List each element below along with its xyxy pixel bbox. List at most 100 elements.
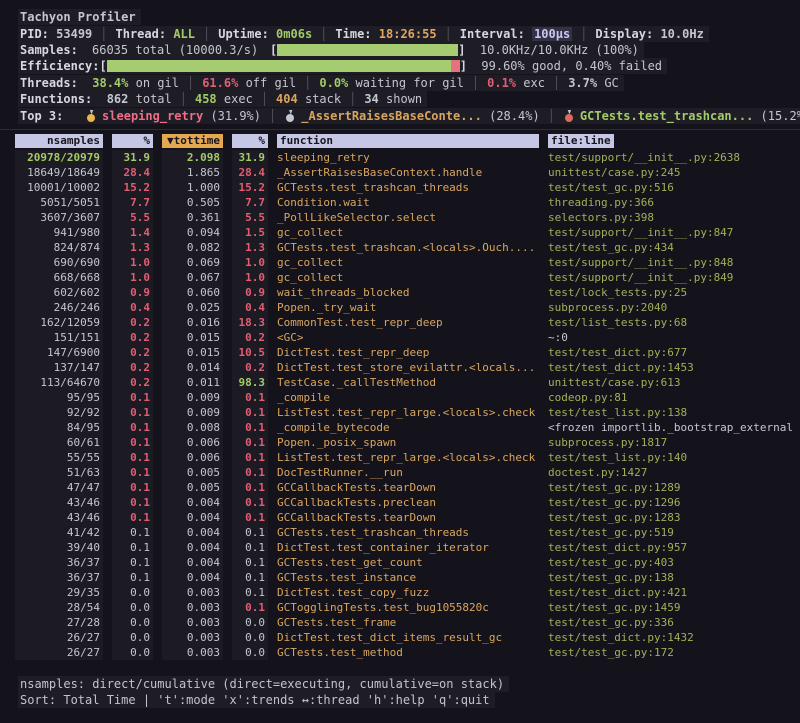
threads-label: Threads: bbox=[20, 76, 78, 90]
cell-pct-cumulative: 0.1 bbox=[232, 435, 268, 450]
cell-tottime: 0.006 bbox=[162, 435, 223, 450]
cell-function: gc_collect bbox=[277, 255, 539, 270]
cell-tottime: 2.098 bbox=[162, 150, 223, 165]
cell-pct-cumulative: 0.1 bbox=[232, 450, 268, 465]
threads-waiting-text: waiting for gil bbox=[356, 76, 464, 90]
functions-total-text: total bbox=[136, 92, 172, 106]
cell-pct-direct: 0.0 bbox=[112, 630, 153, 645]
cell-pct-direct: 7.7 bbox=[112, 195, 153, 210]
cell-tottime: 0.008 bbox=[162, 420, 223, 435]
cell-pct-direct: 0.0 bbox=[112, 585, 153, 600]
cell-nsamples: 690/690 bbox=[15, 255, 103, 270]
profiler-screen: Tachyon Profiler PID: 53499 │ Thread: AL… bbox=[0, 0, 800, 723]
cell-pct-cumulative: 0.1 bbox=[232, 390, 268, 405]
cell-file-line: test/test_dict.py:421 bbox=[548, 585, 800, 600]
cell-pct-cumulative: 5.5 bbox=[232, 210, 268, 225]
column-header-file-line[interactable]: file:line bbox=[548, 134, 800, 148]
thread-value[interactable]: ALL bbox=[173, 27, 195, 41]
cell-function: sleeping_retry bbox=[277, 150, 539, 165]
cell-nsamples: 151/151 bbox=[15, 330, 103, 345]
table-row: 43/460.10.0040.1GCCallbackTests.preclean… bbox=[0, 495, 800, 510]
column-header-tottime-sorted[interactable]: ▼tottime bbox=[162, 134, 223, 148]
efficiency-text: 99.60% good, 0.40% failed bbox=[481, 59, 662, 73]
divider: │ bbox=[341, 92, 364, 106]
cell-file-line: test/test_gc.py:519 bbox=[548, 525, 800, 540]
cell-nsamples: 27/28 bbox=[15, 615, 103, 630]
cell-function: GCTests.test_trashcan_threads bbox=[277, 180, 539, 195]
cell-tottime: 0.067 bbox=[162, 270, 223, 285]
cell-pct-cumulative: 0.1 bbox=[232, 420, 268, 435]
column-header-function[interactable]: function bbox=[277, 134, 539, 148]
column-header-pct-direct[interactable]: % bbox=[112, 134, 153, 148]
cell-file-line: unittest/case.py:613 bbox=[548, 375, 800, 390]
cell-function: GCCallbackTests.tearDown bbox=[277, 480, 539, 495]
cell-tottime: 0.025 bbox=[162, 300, 223, 315]
display-value: 10.0Hz bbox=[660, 27, 703, 41]
interval-value[interactable]: 100µs bbox=[532, 27, 572, 41]
divider: │ bbox=[253, 92, 276, 106]
cell-file-line: selectors.py:398 bbox=[548, 210, 800, 225]
cell-nsamples: 3607/3607 bbox=[15, 210, 103, 225]
table-row: 36/370.10.0040.1GCTests.test_instancetes… bbox=[0, 570, 800, 585]
top3-first-pct: (31.9%) bbox=[210, 109, 261, 123]
threads-row: Threads: 38.4% on gil │ 61.6% off gil │ … bbox=[18, 75, 800, 91]
cell-nsamples: 43/46 bbox=[15, 495, 103, 510]
uptime-value: 0m06s bbox=[276, 27, 312, 41]
cell-function: GCTests.test_frame bbox=[277, 615, 539, 630]
table-row: 151/1510.20.0150.2<GC>~:0 bbox=[0, 330, 800, 345]
cell-pct-direct: 0.1 bbox=[112, 465, 153, 480]
cell-tottime: 0.005 bbox=[162, 465, 223, 480]
cell-function: DictTest.test_copy_fuzz bbox=[277, 585, 539, 600]
threads-off-gil-value: 61.6% bbox=[202, 76, 238, 90]
samples-bar-close: ] bbox=[458, 43, 465, 57]
cell-pct-direct: 0.1 bbox=[112, 420, 153, 435]
threads-off-gil-text: off gil bbox=[246, 76, 297, 90]
cell-pct-direct: 28.4 bbox=[112, 165, 153, 180]
footer-command-bar[interactable]: Sort: Total Time | 't':mode 'x':trends ↔… bbox=[18, 692, 800, 709]
functions-stack-text: stack bbox=[305, 92, 341, 106]
cell-pct-cumulative: 0.1 bbox=[232, 570, 268, 585]
top3-second-pct: (28.4%) bbox=[489, 109, 540, 123]
divider: │ bbox=[545, 76, 568, 90]
threads-exc-value: 0.1% bbox=[487, 76, 516, 90]
cell-pct-cumulative: 0.0 bbox=[232, 630, 268, 645]
cell-pct-cumulative: 0.0 bbox=[232, 615, 268, 630]
cell-tottime: 0.015 bbox=[162, 345, 223, 360]
cell-file-line: test/support/__init__.py:849 bbox=[548, 270, 800, 285]
cell-pct-cumulative: 1.0 bbox=[232, 255, 268, 270]
column-header-nsamples[interactable]: nsamples bbox=[15, 134, 103, 148]
title-row: Tachyon Profiler bbox=[18, 9, 800, 25]
cell-pct-cumulative: 1.3 bbox=[232, 240, 268, 255]
cell-nsamples: 36/37 bbox=[15, 555, 103, 570]
column-header-pct-cumulative[interactable]: % bbox=[232, 134, 268, 148]
divider: │ bbox=[172, 92, 195, 106]
top3-label: Top 3: bbox=[20, 109, 63, 123]
cell-function: GCCallbackTests.preclean bbox=[277, 495, 539, 510]
cell-function: ListTest.test_repr_large.<locals>.check bbox=[277, 405, 539, 420]
table-row: 10001/1000215.21.00015.2GCTests.test_tra… bbox=[0, 180, 800, 195]
table-row: 29/350.00.0030.1DictTest.test_copy_fuzzt… bbox=[0, 585, 800, 600]
cell-pct-cumulative: 0.1 bbox=[232, 510, 268, 525]
top3-first-name: sleeping_retry bbox=[102, 109, 203, 123]
table-row: 43/460.10.0040.1GCCallbackTests.tearDown… bbox=[0, 510, 800, 525]
table-row: 26/270.00.0030.0DictTest.test_dict_items… bbox=[0, 630, 800, 645]
cell-pct-cumulative: 98.3 bbox=[232, 375, 268, 390]
cell-pct-direct: 0.2 bbox=[112, 360, 153, 375]
cell-function: GCTests.test_trashcan_threads bbox=[277, 525, 539, 540]
cell-function: DictTest.test_repr_deep bbox=[277, 345, 539, 360]
samples-label: Samples: bbox=[20, 43, 92, 57]
cell-pct-cumulative: 0.1 bbox=[232, 405, 268, 420]
cell-file-line: subprocess.py:2040 bbox=[548, 300, 800, 315]
efficiency-bar-close: ] bbox=[460, 59, 467, 73]
display-label: Display: bbox=[595, 27, 653, 41]
cell-file-line: threading.py:366 bbox=[548, 195, 800, 210]
cell-function: _PollLikeSelector.select bbox=[277, 210, 539, 225]
cell-pct-direct: 1.0 bbox=[112, 255, 153, 270]
cell-file-line: test/test_gc.py:516 bbox=[548, 180, 800, 195]
cell-tottime: 0.014 bbox=[162, 360, 223, 375]
table-row: 5051/50517.70.5057.7Condition.waitthread… bbox=[0, 195, 800, 210]
cell-file-line: test/test_gc.py:1289 bbox=[548, 480, 800, 495]
status-row: PID: 53499 │ Thread: ALL │ Uptime: 0m06s… bbox=[18, 25, 800, 41]
table-row: 602/6020.90.0600.9wait_threads_blockedte… bbox=[0, 285, 800, 300]
cell-pct-direct: 0.4 bbox=[112, 300, 153, 315]
